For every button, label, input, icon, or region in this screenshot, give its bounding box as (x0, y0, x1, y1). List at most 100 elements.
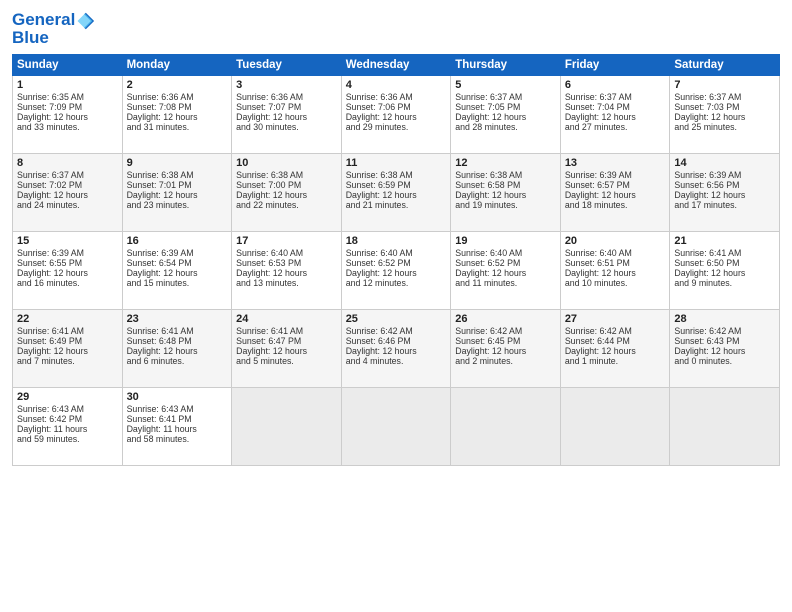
cell-text: Sunset: 6:53 PM (236, 258, 337, 268)
day-number: 6 (565, 79, 666, 91)
cell-text: Daylight: 12 hours (455, 190, 556, 200)
logo: General Blue (12, 10, 95, 48)
calendar-cell: 7Sunrise: 6:37 AMSunset: 7:03 PMDaylight… (670, 75, 780, 153)
cell-text: Sunrise: 6:41 AM (674, 248, 775, 258)
cell-text: and 2 minutes. (455, 356, 556, 366)
cell-text: Sunrise: 6:37 AM (17, 170, 118, 180)
calendar-cell: 20Sunrise: 6:40 AMSunset: 6:51 PMDayligh… (560, 231, 670, 309)
calendar-cell: 14Sunrise: 6:39 AMSunset: 6:56 PMDayligh… (670, 153, 780, 231)
cell-text: Daylight: 12 hours (565, 346, 666, 356)
cell-text: Sunset: 7:09 PM (17, 102, 118, 112)
day-number: 3 (236, 79, 337, 91)
cell-text: Daylight: 12 hours (127, 346, 228, 356)
day-number: 24 (236, 313, 337, 325)
calendar-cell: 22Sunrise: 6:41 AMSunset: 6:49 PMDayligh… (13, 309, 123, 387)
cell-text: Sunrise: 6:40 AM (455, 248, 556, 258)
cell-text: Daylight: 12 hours (127, 268, 228, 278)
cell-text: Sunrise: 6:43 AM (17, 404, 118, 414)
calendar-cell: 24Sunrise: 6:41 AMSunset: 6:47 PMDayligh… (232, 309, 342, 387)
cell-text: Sunset: 6:54 PM (127, 258, 228, 268)
day-number: 23 (127, 313, 228, 325)
day-number: 30 (127, 391, 228, 403)
cell-text: Sunset: 6:49 PM (17, 336, 118, 346)
calendar-cell: 16Sunrise: 6:39 AMSunset: 6:54 PMDayligh… (122, 231, 232, 309)
cell-text: Sunset: 6:48 PM (127, 336, 228, 346)
cell-text: Sunrise: 6:41 AM (236, 326, 337, 336)
cell-text: Sunrise: 6:42 AM (455, 326, 556, 336)
cell-text: Sunrise: 6:40 AM (565, 248, 666, 258)
day-header-friday: Friday (560, 54, 670, 75)
cell-text: Sunset: 6:59 PM (346, 180, 447, 190)
day-number: 16 (127, 235, 228, 247)
cell-text: Sunrise: 6:36 AM (127, 92, 228, 102)
logo-blue: Blue (12, 28, 95, 48)
cell-text: Sunset: 6:52 PM (455, 258, 556, 268)
cell-text: Sunset: 7:04 PM (565, 102, 666, 112)
day-number: 4 (346, 79, 447, 91)
cell-text: Sunrise: 6:38 AM (127, 170, 228, 180)
cell-text: and 5 minutes. (236, 356, 337, 366)
cell-text: Daylight: 12 hours (674, 190, 775, 200)
calendar-table: SundayMondayTuesdayWednesdayThursdayFrid… (12, 54, 780, 466)
cell-text: Daylight: 12 hours (674, 346, 775, 356)
cell-text: Daylight: 12 hours (565, 112, 666, 122)
cell-text: and 15 minutes. (127, 278, 228, 288)
calendar-cell: 11Sunrise: 6:38 AMSunset: 6:59 PMDayligh… (341, 153, 451, 231)
cell-text: Sunset: 6:50 PM (674, 258, 775, 268)
days-header-row: SundayMondayTuesdayWednesdayThursdayFrid… (13, 54, 780, 75)
calendar-cell (232, 387, 342, 465)
calendar-cell: 1Sunrise: 6:35 AMSunset: 7:09 PMDaylight… (13, 75, 123, 153)
day-number: 21 (674, 235, 775, 247)
calendar-cell: 25Sunrise: 6:42 AMSunset: 6:46 PMDayligh… (341, 309, 451, 387)
calendar-cell (341, 387, 451, 465)
day-header-thursday: Thursday (451, 54, 561, 75)
cell-text: Sunset: 7:02 PM (17, 180, 118, 190)
day-header-sunday: Sunday (13, 54, 123, 75)
cell-text: Sunset: 6:57 PM (565, 180, 666, 190)
cell-text: Sunrise: 6:37 AM (565, 92, 666, 102)
cell-text: Sunset: 6:44 PM (565, 336, 666, 346)
calendar-cell: 15Sunrise: 6:39 AMSunset: 6:55 PMDayligh… (13, 231, 123, 309)
calendar-cell: 5Sunrise: 6:37 AMSunset: 7:05 PMDaylight… (451, 75, 561, 153)
cell-text: and 30 minutes. (236, 122, 337, 132)
cell-text: Sunrise: 6:36 AM (236, 92, 337, 102)
day-number: 29 (17, 391, 118, 403)
day-header-monday: Monday (122, 54, 232, 75)
cell-text: and 16 minutes. (17, 278, 118, 288)
cell-text: Sunset: 6:45 PM (455, 336, 556, 346)
cell-text: Daylight: 12 hours (346, 112, 447, 122)
calendar-cell: 30Sunrise: 6:43 AMSunset: 6:41 PMDayligh… (122, 387, 232, 465)
cell-text: and 33 minutes. (17, 122, 118, 132)
calendar-cell: 19Sunrise: 6:40 AMSunset: 6:52 PMDayligh… (451, 231, 561, 309)
day-number: 27 (565, 313, 666, 325)
calendar-cell: 28Sunrise: 6:42 AMSunset: 6:43 PMDayligh… (670, 309, 780, 387)
cell-text: and 31 minutes. (127, 122, 228, 132)
cell-text: and 6 minutes. (127, 356, 228, 366)
cell-text: Daylight: 12 hours (236, 190, 337, 200)
calendar-cell: 17Sunrise: 6:40 AMSunset: 6:53 PMDayligh… (232, 231, 342, 309)
cell-text: Daylight: 11 hours (127, 424, 228, 434)
cell-text: Sunrise: 6:42 AM (565, 326, 666, 336)
cell-text: and 0 minutes. (674, 356, 775, 366)
calendar-cell: 21Sunrise: 6:41 AMSunset: 6:50 PMDayligh… (670, 231, 780, 309)
calendar-cell: 29Sunrise: 6:43 AMSunset: 6:42 PMDayligh… (13, 387, 123, 465)
day-number: 12 (455, 157, 556, 169)
cell-text: Sunset: 7:03 PM (674, 102, 775, 112)
cell-text: and 24 minutes. (17, 200, 118, 210)
cell-text: Sunset: 6:56 PM (674, 180, 775, 190)
day-number: 5 (455, 79, 556, 91)
cell-text: Sunrise: 6:39 AM (127, 248, 228, 258)
cell-text: Daylight: 12 hours (346, 190, 447, 200)
calendar-cell: 2Sunrise: 6:36 AMSunset: 7:08 PMDaylight… (122, 75, 232, 153)
cell-text: Sunset: 7:06 PM (346, 102, 447, 112)
day-number: 18 (346, 235, 447, 247)
cell-text: Daylight: 12 hours (17, 190, 118, 200)
calendar-cell (560, 387, 670, 465)
week-row-2: 8Sunrise: 6:37 AMSunset: 7:02 PMDaylight… (13, 153, 780, 231)
cell-text: Sunrise: 6:42 AM (674, 326, 775, 336)
day-number: 14 (674, 157, 775, 169)
cell-text: Sunset: 7:01 PM (127, 180, 228, 190)
cell-text: Sunset: 6:46 PM (346, 336, 447, 346)
cell-text: Sunset: 6:47 PM (236, 336, 337, 346)
cell-text: Daylight: 12 hours (346, 268, 447, 278)
